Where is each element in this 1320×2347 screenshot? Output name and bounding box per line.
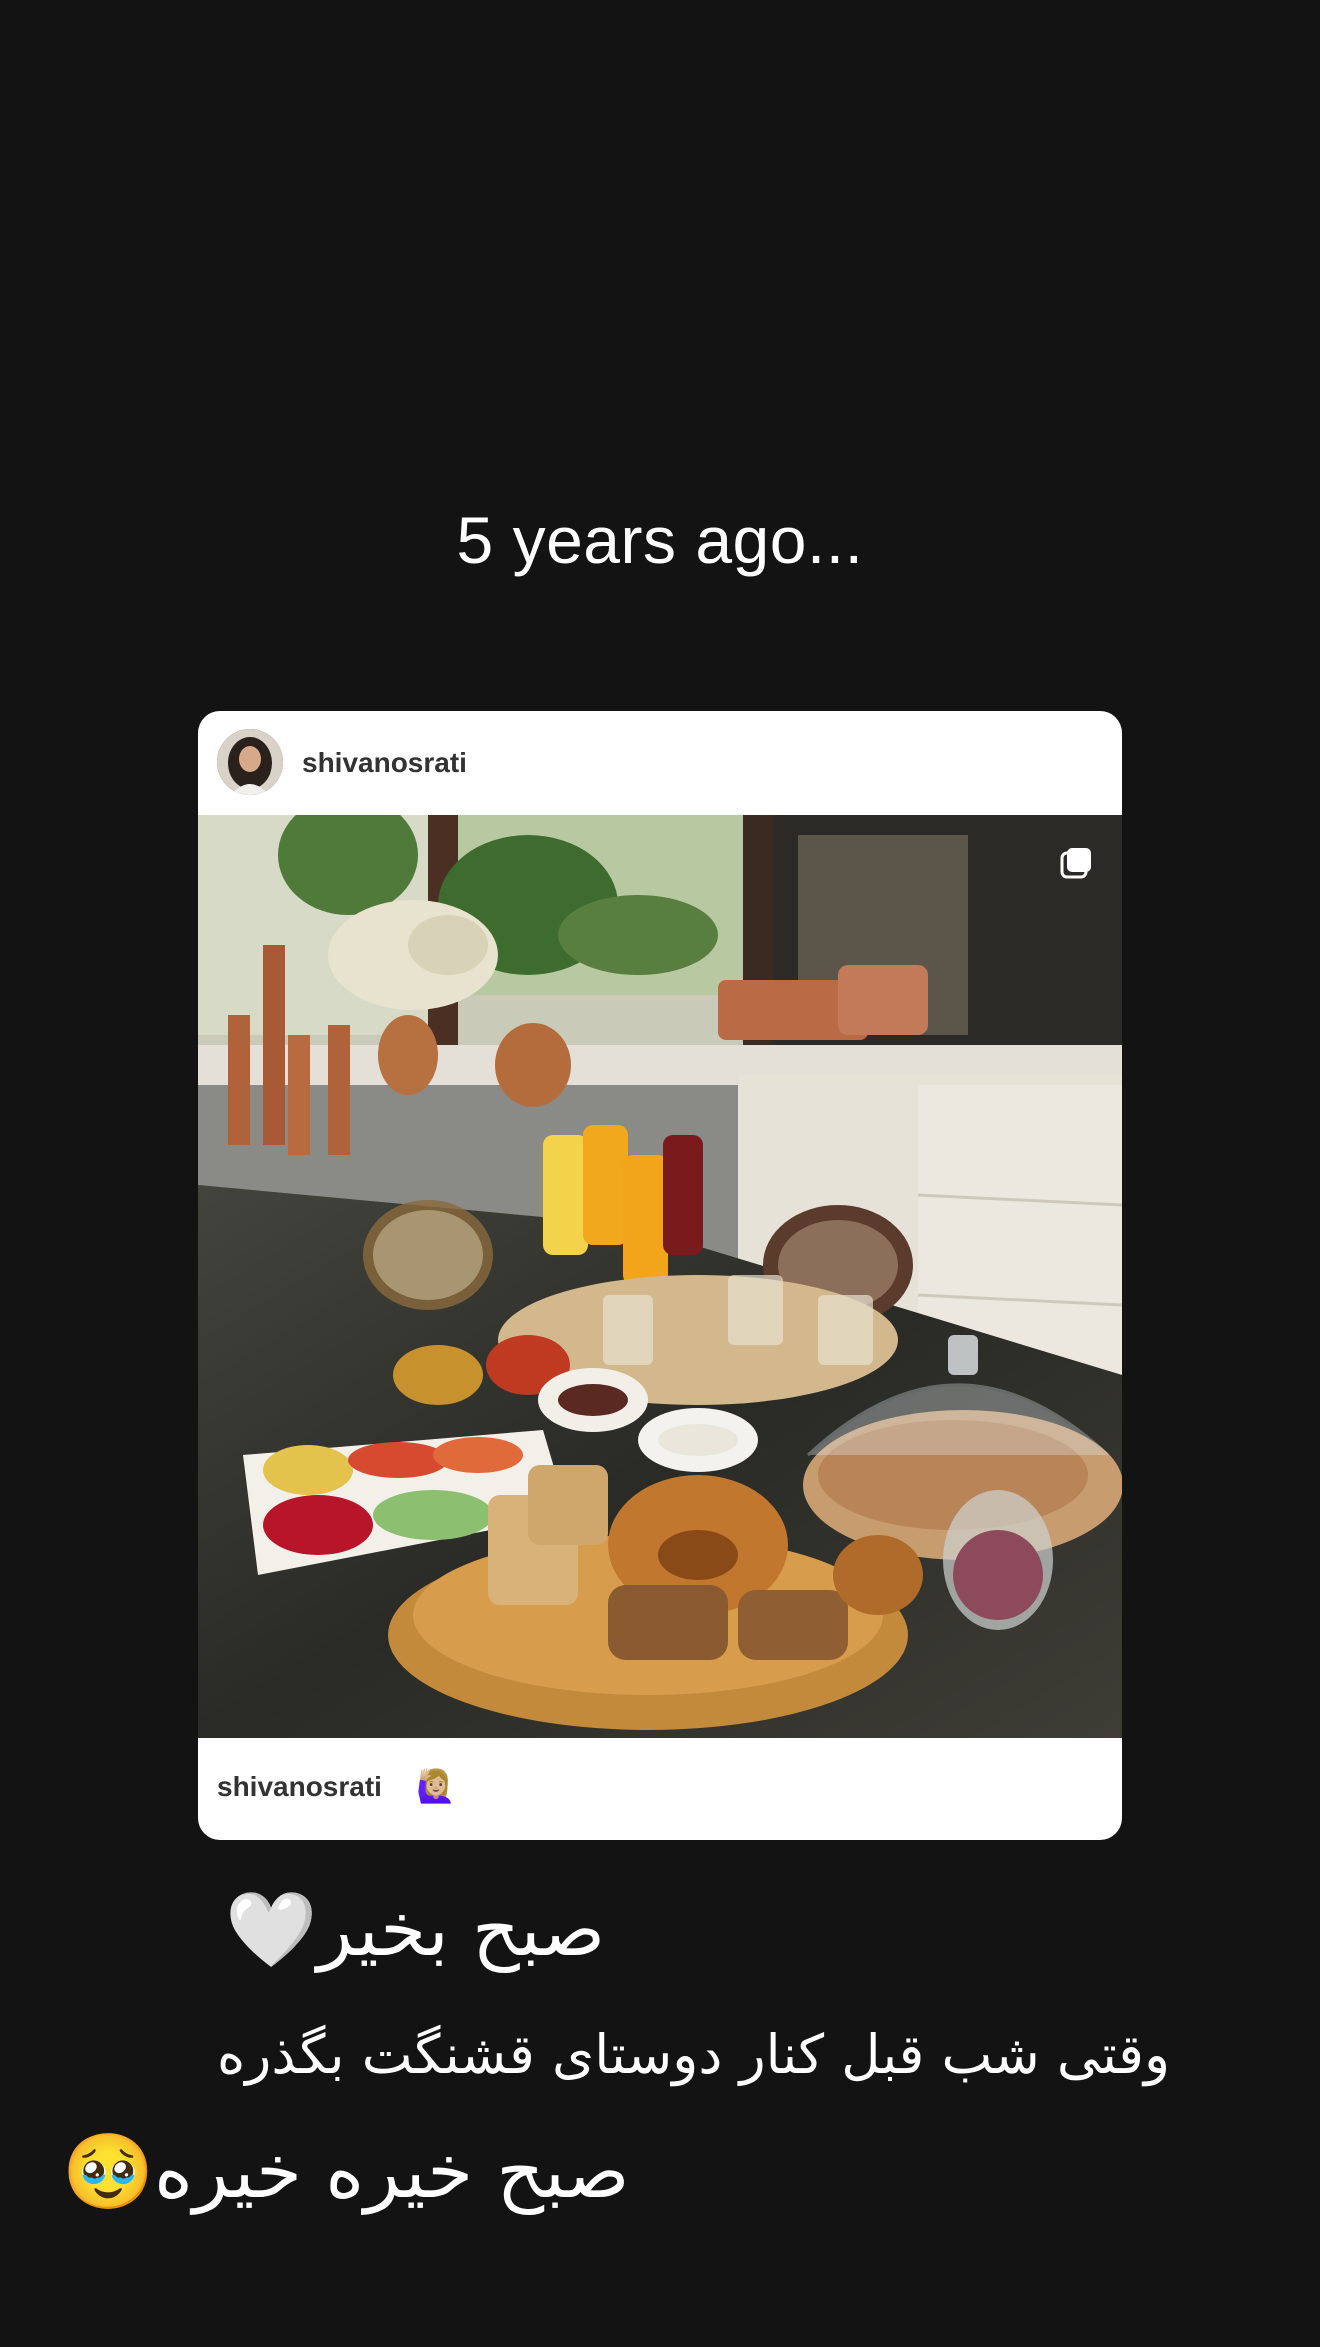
breakfast-table-image bbox=[198, 815, 1122, 1738]
story-canvas: 5 years ago... shivanosrati shivanosrati… bbox=[0, 0, 1320, 2347]
carousel-icon bbox=[1060, 848, 1091, 879]
avatar-photo bbox=[217, 729, 283, 795]
caption-username[interactable]: shivanosrati bbox=[217, 1767, 382, 1807]
post-photo[interactable] bbox=[198, 815, 1122, 1738]
avatar[interactable] bbox=[217, 729, 283, 795]
caption-line-3: صبح خیره خیره🥹 bbox=[62, 2129, 630, 2215]
memory-title: 5 years ago... bbox=[456, 503, 864, 577]
post-footer: shivanosrati 🙋🏼‍♀️ bbox=[198, 1738, 1122, 1840]
raising-hand-emoji: 🙋🏼‍♀️ bbox=[416, 1767, 456, 1805]
caption-line-2: وقتی شب قبل کنار دوستای قشنگت بگذره bbox=[217, 2023, 1171, 2086]
caption-line-1: صبح بخیر🤍 bbox=[225, 1887, 606, 1973]
post-header[interactable]: shivanosrati bbox=[198, 711, 1122, 815]
shared-post-card[interactable]: shivanosrati bbox=[198, 711, 1122, 1840]
post-username[interactable]: shivanosrati bbox=[302, 743, 467, 783]
